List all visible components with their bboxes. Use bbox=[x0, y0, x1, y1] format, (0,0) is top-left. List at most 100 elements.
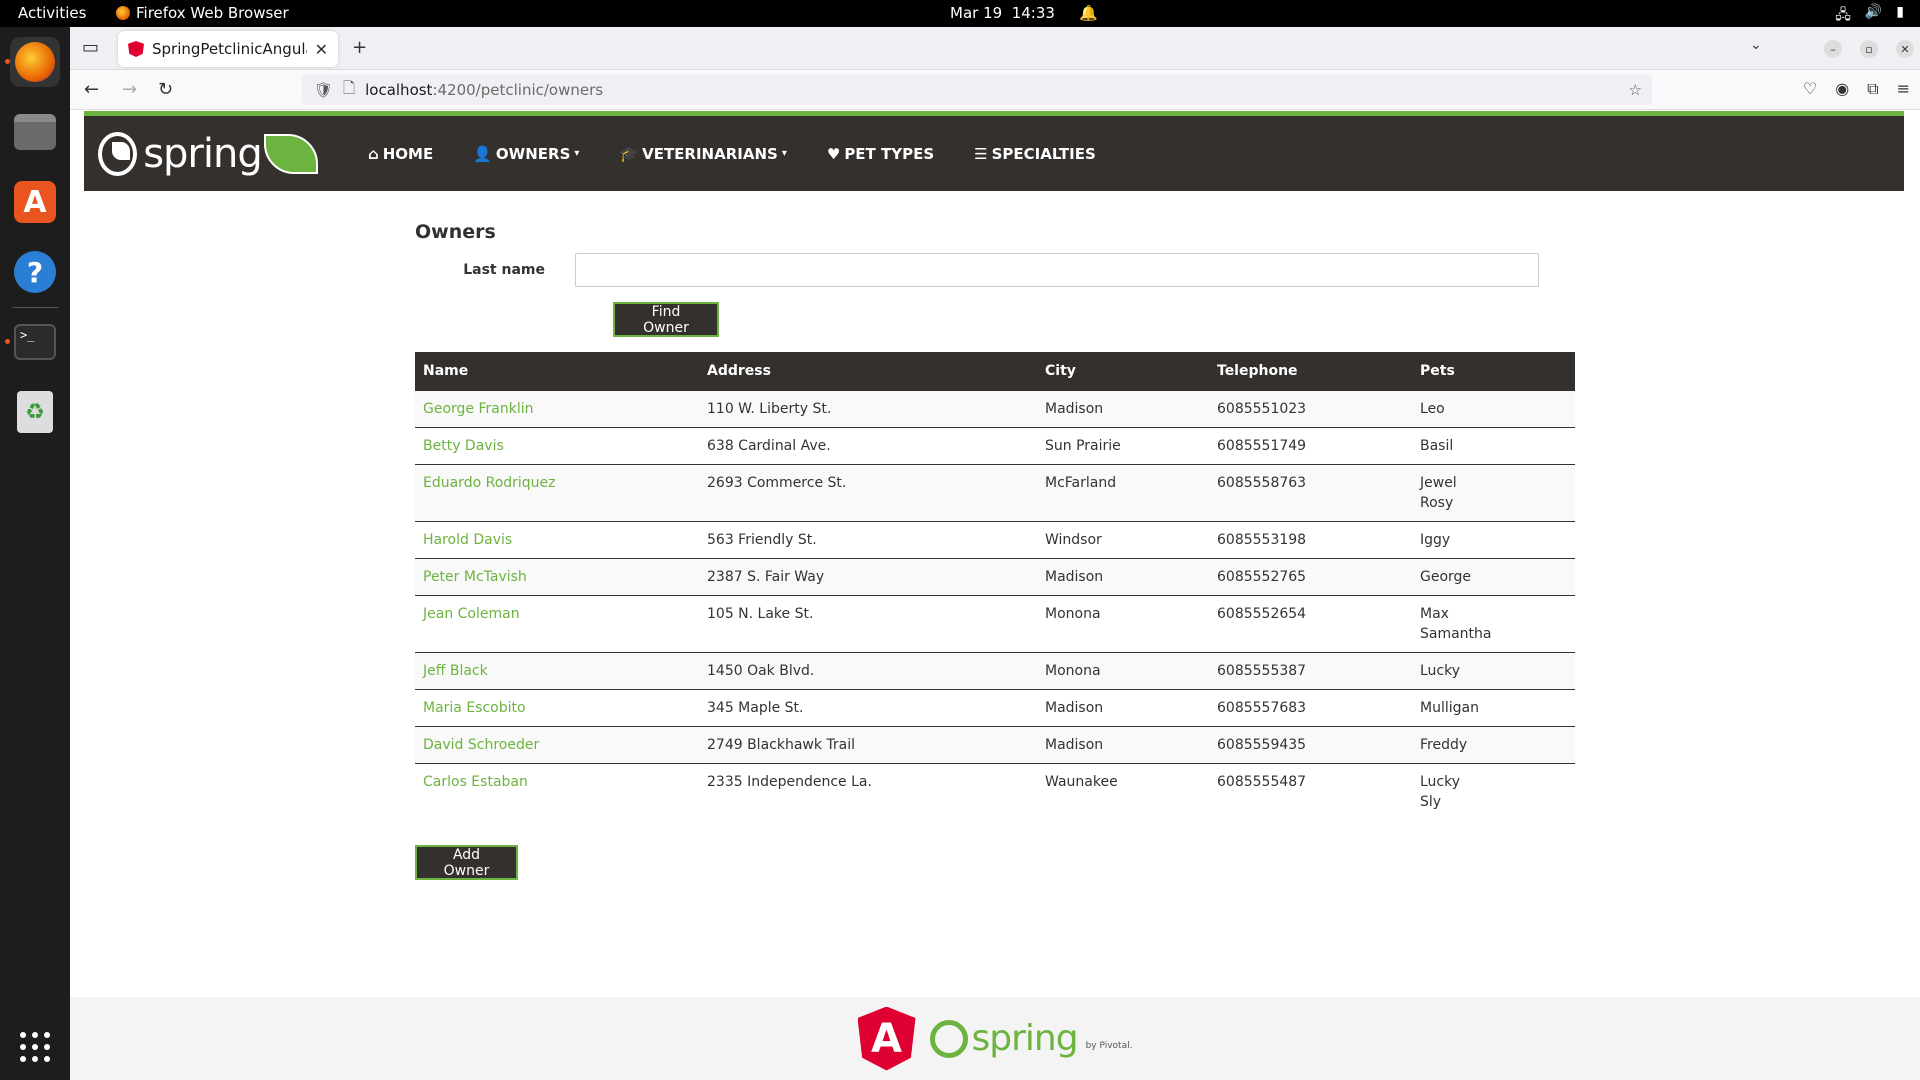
owners-content: Owners Last name Find Owner Name Address… bbox=[415, 221, 1575, 880]
show-apps-button[interactable] bbox=[10, 1022, 60, 1072]
owner-address: 105 N. Lake St. bbox=[699, 594, 1037, 652]
volume-icon: 🔊 bbox=[1864, 4, 1883, 20]
extensions-icon[interactable]: ⧉ bbox=[1867, 79, 1878, 99]
table-row: Peter McTavish 2387 S. Fair Way Madison … bbox=[415, 557, 1575, 595]
dock-files[interactable] bbox=[10, 107, 60, 157]
trash-icon: ♻ bbox=[17, 391, 53, 433]
table-row: Harold Davis 563 Friendly St. Windsor 60… bbox=[415, 520, 1575, 558]
owner-pets: Iggy bbox=[1412, 520, 1575, 558]
help-icon: ? bbox=[14, 251, 56, 293]
owner-city: Madison bbox=[1037, 688, 1209, 726]
pet-name: Lucky bbox=[1420, 773, 1461, 790]
system-tray[interactable]: 🖧 🔊 ▮ bbox=[1835, 4, 1904, 28]
dock-terminal[interactable]: >_ bbox=[5, 317, 60, 367]
owner-address: 2335 Independence La. bbox=[699, 762, 1037, 820]
user-icon: 👤 bbox=[473, 144, 492, 163]
tab-springpetclinic[interactable]: SpringPetclinicAngular ✕ bbox=[118, 31, 338, 67]
owner-link[interactable]: Eduardo Rodriquez bbox=[423, 475, 556, 491]
dock-firefox[interactable] bbox=[5, 37, 60, 87]
owner-telephone: 6085555387 bbox=[1209, 651, 1412, 689]
nav-owners[interactable]: 👤 OWNERS ▾ bbox=[453, 145, 599, 163]
pocket-icon[interactable]: ♡ bbox=[1803, 79, 1817, 99]
pet-name: Jewel bbox=[1420, 474, 1457, 491]
table-row: George Franklin 110 W. Liberty St. Madis… bbox=[415, 389, 1575, 427]
find-owner-button[interactable]: Find Owner bbox=[613, 302, 719, 337]
angular-favicon-icon bbox=[128, 41, 144, 57]
owner-pets: Jewel Rosy bbox=[1412, 463, 1575, 521]
owner-pets: Max Samantha bbox=[1412, 594, 1575, 652]
menu-hamburger-icon[interactable]: ≡ bbox=[1897, 79, 1910, 99]
spring-logo[interactable]: spring bbox=[98, 131, 318, 177]
list-tabs-chevron-icon[interactable]: ⌄ bbox=[1750, 37, 1762, 53]
active-app-menu[interactable]: Firefox Web Browser bbox=[116, 4, 289, 22]
last-name-input[interactable] bbox=[575, 253, 1539, 287]
pet-name: Max bbox=[1420, 605, 1449, 622]
owner-link[interactable]: Carlos Estaban bbox=[423, 774, 528, 790]
restore-icon[interactable]: ▫ bbox=[1860, 40, 1878, 58]
owner-link[interactable]: David Schroeder bbox=[423, 737, 539, 753]
dock-software[interactable]: A bbox=[10, 177, 60, 227]
nav-pet-types-label: PET TYPES bbox=[844, 144, 935, 163]
page-info-icon[interactable]: 🗋 bbox=[343, 78, 355, 103]
system-top-bar: Activities Firefox Web Browser Mar 19 14… bbox=[0, 0, 1920, 27]
tab-title: SpringPetclinicAngular bbox=[152, 40, 307, 58]
owner-link[interactable]: Harold Davis bbox=[423, 532, 512, 548]
new-tab-icon[interactable]: + bbox=[352, 37, 367, 58]
url-bar[interactable]: 🛡 🗋 localhost:4200/petclinic/owners ☆ bbox=[302, 75, 1652, 105]
forward-arrow-icon[interactable]: → bbox=[122, 79, 137, 100]
activities-button[interactable]: Activities bbox=[18, 4, 86, 22]
table-row: Maria Escobito 345 Maple St. Madison 608… bbox=[415, 688, 1575, 726]
owner-telephone: 6085553198 bbox=[1209, 520, 1412, 558]
shield-icon[interactable]: 🛡 bbox=[314, 81, 333, 99]
pet-name: Samantha bbox=[1420, 625, 1492, 642]
back-arrow-icon[interactable]: ← bbox=[84, 79, 99, 100]
column-header-name: Name bbox=[415, 352, 699, 390]
close-window-icon[interactable]: ✕ bbox=[1896, 40, 1914, 58]
minimize-icon[interactable]: – bbox=[1824, 40, 1842, 58]
main-menu: ⌂ HOME 👤 OWNERS ▾ 🎓 VETERINARIANS ▾ ♥ PE… bbox=[348, 145, 1116, 163]
owner-link[interactable]: George Franklin bbox=[423, 401, 534, 417]
owner-telephone: 6085552765 bbox=[1209, 557, 1412, 595]
owner-city: Monona bbox=[1037, 651, 1209, 689]
running-indicator bbox=[5, 59, 10, 64]
owner-city: Sun Prairie bbox=[1037, 426, 1209, 464]
dock-trash[interactable]: ♻ bbox=[10, 387, 60, 437]
bookmark-star-icon[interactable]: ☆ bbox=[1629, 81, 1642, 99]
tab-overview-icon[interactable]: ▭ bbox=[82, 37, 99, 58]
owner-link[interactable]: Jeff Black bbox=[423, 663, 488, 679]
nav-veterinarians[interactable]: 🎓 VETERINARIANS ▾ bbox=[599, 145, 806, 163]
toolbar-right-icons: ♡ ◉ ⧉ ≡ bbox=[1803, 79, 1910, 99]
owner-link[interactable]: Jean Coleman bbox=[423, 606, 520, 622]
owner-city: Madison bbox=[1037, 389, 1209, 427]
nav-pet-types[interactable]: ♥ PET TYPES bbox=[807, 145, 954, 163]
table-row: Betty Davis 638 Cardinal Ave. Sun Prairi… bbox=[415, 426, 1575, 464]
owner-city: Monona bbox=[1037, 594, 1209, 652]
web-page: spring ⌂ HOME 👤 OWNERS ▾ 🎓 VETERINARIANS… bbox=[70, 111, 1920, 1080]
pet-name: Basil bbox=[1420, 437, 1454, 454]
nav-veterinarians-label: VETERINARIANS bbox=[642, 144, 778, 163]
pet-name: George bbox=[1420, 568, 1472, 585]
owner-pets: Leo bbox=[1412, 389, 1575, 427]
app-grid-icon bbox=[20, 1032, 50, 1062]
nav-specialties-label: SPECIALTIES bbox=[991, 144, 1096, 163]
owner-address: 563 Friendly St. bbox=[699, 520, 1037, 558]
owner-city: Madison bbox=[1037, 557, 1209, 595]
add-owner-button[interactable]: Add Owner bbox=[415, 844, 518, 880]
owner-link[interactable]: Peter McTavish bbox=[423, 569, 527, 585]
nav-home[interactable]: ⌂ HOME bbox=[348, 145, 453, 163]
clock[interactable]: Mar 19 14:33 🔔 bbox=[950, 4, 1098, 22]
account-icon[interactable]: ◉ bbox=[1835, 79, 1849, 99]
table-row: Carlos Estaban 2335 Independence La. Wau… bbox=[415, 762, 1575, 820]
pet-name: Leo bbox=[1420, 400, 1445, 417]
owner-address: 638 Cardinal Ave. bbox=[699, 426, 1037, 464]
owner-telephone: 6085551749 bbox=[1209, 426, 1412, 464]
reload-icon[interactable]: ↻ bbox=[158, 79, 173, 100]
nav-specialties[interactable]: ☰ SPECIALTIES bbox=[954, 145, 1116, 163]
spring-logo-icon bbox=[98, 131, 138, 176]
pet-name: Iggy bbox=[1420, 531, 1451, 548]
dock-help[interactable]: ? bbox=[10, 247, 60, 297]
footer-by-pivotal: by Pivotal. bbox=[1085, 1040, 1133, 1051]
owner-link[interactable]: Maria Escobito bbox=[423, 700, 526, 716]
owner-link[interactable]: Betty Davis bbox=[423, 438, 504, 454]
tab-close-icon[interactable]: ✕ bbox=[315, 40, 328, 59]
